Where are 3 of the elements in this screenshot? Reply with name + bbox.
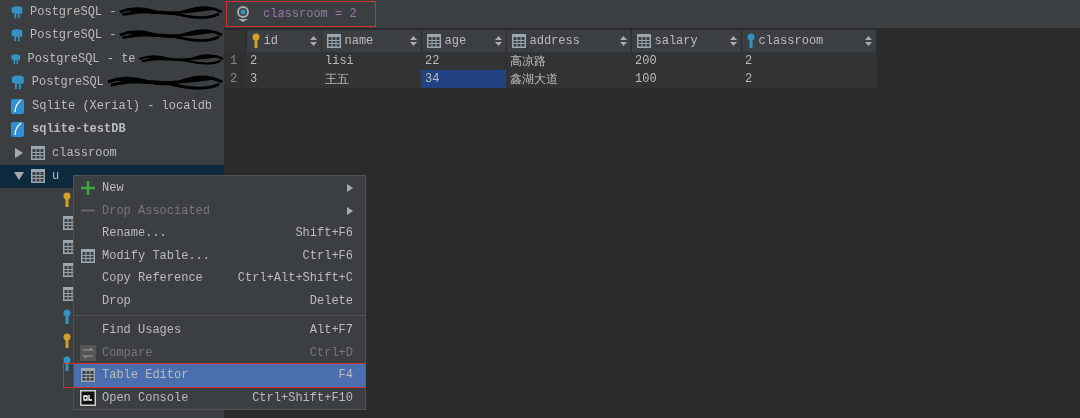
row-number: 2: [224, 70, 246, 88]
row-number: 1: [224, 52, 246, 70]
filter-text: classroom = 2: [263, 7, 357, 21]
